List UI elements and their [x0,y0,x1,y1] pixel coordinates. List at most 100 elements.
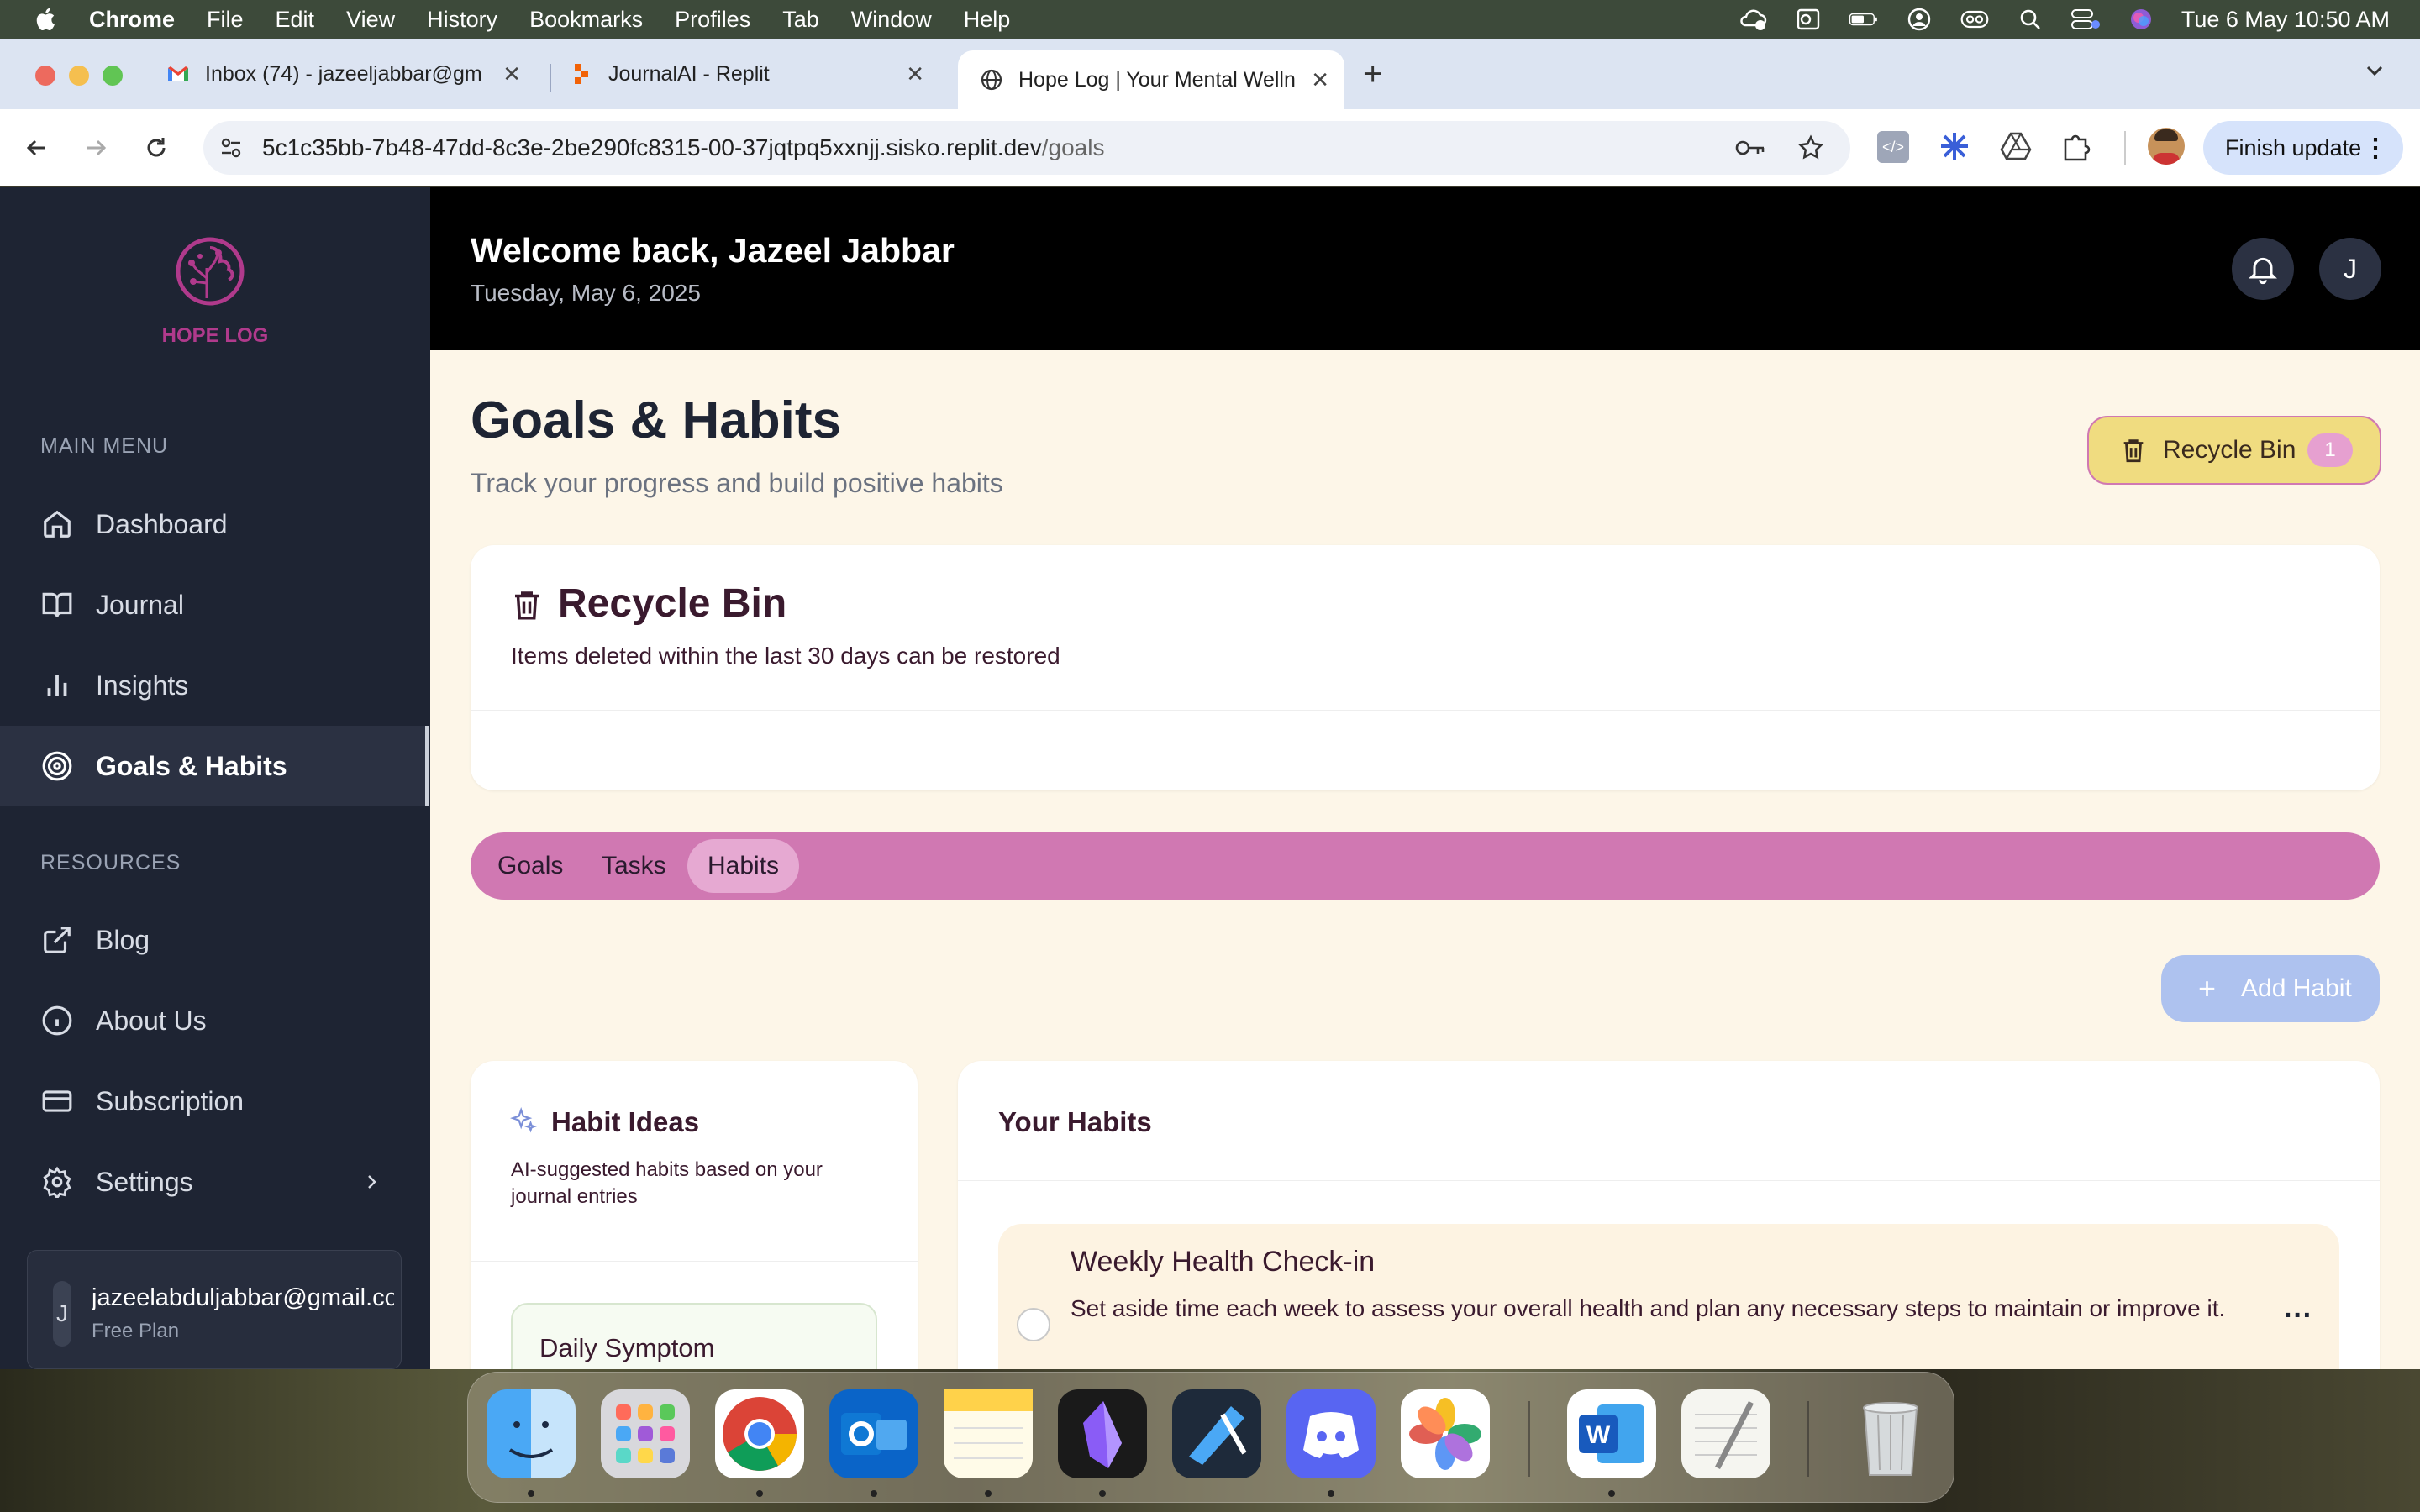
habit-name: Weekly Health Check-in [1071,1246,1376,1278]
tab-close-icon[interactable]: ✕ [906,61,924,87]
menu-history[interactable]: History [427,7,497,33]
habit-ideas-description: AI-suggested habits based on your journa… [511,1158,823,1208]
user-profile-card[interactable]: J jazeelabduljabbar@gmail.com Free Plan [27,1250,402,1369]
user-avatar-button[interactable]: J [2319,238,2381,300]
chrome-icon[interactable] [715,1389,804,1478]
habit-complete-checkbox[interactable] [1017,1308,1050,1341]
word-icon[interactable]: W [1567,1389,1656,1478]
sidebar-item-subscription[interactable]: Subscription [0,1061,429,1142]
running-indicator [985,1490,992,1497]
outlook-status-icon[interactable] [1793,8,1823,31]
add-habit-button[interactable]: + Add Habit [2161,955,2380,1022]
apple-logo-icon[interactable] [32,5,60,34]
google-drive-icon[interactable] [2000,131,2032,161]
profile-avatar[interactable] [2148,128,2185,165]
tab-tasks[interactable]: Tasks [588,841,680,891]
tab-title: Inbox (74) - jazeeljabbar@gm [205,61,482,86]
gmail-icon [168,66,188,81]
site-settings-icon[interactable] [218,135,244,160]
tab-close-icon[interactable]: ✕ [502,61,521,87]
replit-icon [575,64,588,84]
control-center-icon[interactable] [2070,8,2101,31]
toolbar-divider [2124,131,2126,165]
outlook-icon[interactable] [829,1389,918,1478]
window-close-button[interactable] [35,66,55,86]
sidebar-item-label: Settings [96,1166,193,1197]
battery-icon[interactable] [1849,8,1879,31]
tab-habits[interactable]: Habits [687,839,800,893]
textedit-icon[interactable] [1681,1389,1770,1478]
tab-search-button[interactable] [2363,59,2386,87]
screen-mirroring-icon[interactable] [1960,8,1990,31]
menu-window[interactable]: Window [851,7,932,33]
menu-bookmarks[interactable]: Bookmarks [529,7,643,33]
tab-goals[interactable]: Goals [484,841,576,891]
bookmark-star-icon[interactable] [1797,134,1825,162]
add-habit-label: Add Habit [2241,974,2352,1002]
sidebar-item-journal[interactable]: Journal [0,564,429,645]
discord-icon[interactable] [1286,1389,1376,1478]
extension-devtools-icon[interactable]: </> [1877,131,1909,163]
obsidian-icon[interactable] [1058,1389,1147,1478]
sidebar-item-insights[interactable]: Insights [0,645,429,726]
browser-tab-bar: Inbox (74) - jazeeljabbar@gm ✕ JournalAI… [0,39,2420,109]
hope-log-logo-icon[interactable]: HOPE LOG [158,231,272,349]
launchpad-icon[interactable] [601,1389,690,1478]
window-minimize-button[interactable] [69,66,89,86]
recycle-bin-button[interactable]: Recycle Bin 1 [2087,416,2381,485]
reload-icon[interactable] [143,134,170,161]
tab-title: JournalAI - Replit [608,61,770,86]
notes-icon[interactable] [944,1389,1033,1478]
your-habits-card: Your Habits Weekly Health Check-in Set a… [958,1061,2380,1369]
user-account-icon[interactable] [1904,8,1934,31]
cloud-icon[interactable] [1738,8,1768,31]
clock-display[interactable]: Tue 6 May 10:50 AM [2181,7,2390,33]
menu-help[interactable]: Help [964,7,1011,33]
menu-tab[interactable]: Tab [782,7,819,33]
notifications-button[interactable] [2232,238,2294,300]
sidebar-item-settings[interactable]: Settings [0,1142,429,1222]
more-vertical-icon: ⋮ [2363,134,2388,162]
sidebar-item-blog[interactable]: Blog [0,900,429,980]
forward-arrow-icon[interactable] [82,134,109,161]
menu-profiles[interactable]: Profiles [675,7,750,33]
macos-dock: W [467,1372,1954,1503]
extension-spark-icon[interactable] [1938,129,1971,163]
home-icon [40,507,74,541]
trash-icon[interactable] [1846,1389,1935,1478]
sidebar-item-goals-habits[interactable]: Goals & Habits [0,726,429,806]
extensions-puzzle-icon[interactable] [2060,129,2092,163]
sidebar-item-label: About Us [96,1005,207,1036]
browser-tab-hope-log[interactable]: Hope Log | Your Mental Welln ✕ [958,50,1344,109]
xcode-icon[interactable] [1172,1389,1261,1478]
new-tab-button[interactable]: + [1363,55,1382,93]
menu-file[interactable]: File [207,7,244,33]
menu-app-name[interactable]: Chrome [89,7,175,33]
back-arrow-icon[interactable] [24,134,50,161]
finish-update-button[interactable]: Finish update ⋮ [2203,121,2403,175]
recycle-count-badge: 1 [2307,433,2353,467]
browser-tab-gmail[interactable]: Inbox (74) - jazeeljabbar@gm ✕ [166,49,536,99]
sidebar-item-label: Dashboard [96,508,228,539]
gear-icon [40,1165,74,1199]
card-divider [471,710,2380,711]
siri-icon[interactable] [2126,8,2156,31]
window-zoom-button[interactable] [103,66,123,86]
sidebar-item-about-us[interactable]: About Us [0,980,429,1061]
sidebar-item-dashboard[interactable]: Dashboard [0,484,429,564]
tab-close-icon[interactable]: ✕ [1311,67,1329,93]
browser-tab-replit[interactable]: JournalAI - Replit ✕ [570,49,939,99]
book-icon [40,588,74,622]
address-bar[interactable]: 5c1c35bb-7b48-47dd-8c3e-2be290fc8315-00-… [203,121,1850,175]
finder-icon[interactable] [487,1389,576,1478]
spotlight-search-icon[interactable] [2015,8,2045,31]
menu-edit[interactable]: Edit [276,7,315,33]
habit-idea-item[interactable]: Daily Symptom Monitoring [511,1303,877,1369]
menu-view[interactable]: View [346,7,395,33]
running-indicator [1099,1490,1106,1497]
key-icon[interactable] [1734,138,1766,158]
more-options-icon[interactable]: ··· [2284,1299,2312,1332]
habit-item[interactable]: Weekly Health Check-in Set aside time ea… [998,1224,2339,1369]
sidebar-item-label: Journal [96,589,184,620]
photos-icon[interactable] [1401,1389,1490,1478]
